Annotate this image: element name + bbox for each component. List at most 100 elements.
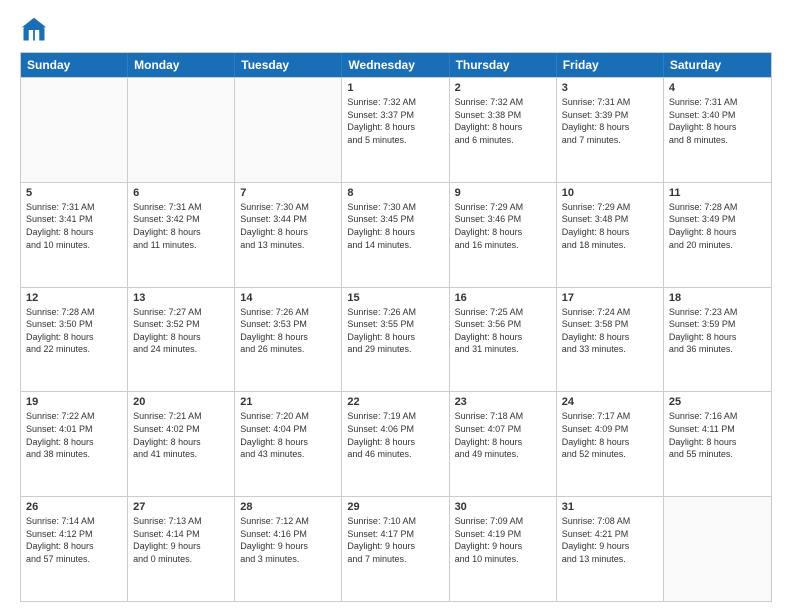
day-info: Sunrise: 7:30 AM Sunset: 3:45 PM Dayligh… — [347, 201, 443, 251]
calendar-cell: 9 Sunrise: 7:29 AM Sunset: 3:46 PM Daylig… — [450, 183, 557, 287]
day-number: 24 — [562, 396, 658, 408]
calendar-cell: 7 Sunrise: 7:30 AM Sunset: 3:44 PM Daylig… — [235, 183, 342, 287]
day-number: 15 — [347, 292, 443, 304]
day-number: 30 — [455, 501, 551, 513]
day-info: Sunrise: 7:09 AM Sunset: 4:19 PM Dayligh… — [455, 515, 551, 565]
day-number: 31 — [562, 501, 658, 513]
day-info: Sunrise: 7:17 AM Sunset: 4:09 PM Dayligh… — [562, 410, 658, 460]
calendar-cell: 11 Sunrise: 7:28 AM Sunset: 3:49 PM Dayli… — [664, 183, 771, 287]
calendar: SundayMondayTuesdayWednesdayThursdayFrid… — [20, 52, 772, 602]
day-number: 3 — [562, 82, 658, 94]
day-number: 9 — [455, 187, 551, 199]
day-number: 26 — [26, 501, 122, 513]
day-number: 14 — [240, 292, 336, 304]
logo-icon — [20, 16, 48, 44]
day-number: 19 — [26, 396, 122, 408]
header — [20, 16, 772, 44]
calendar-row-4: 26 Sunrise: 7:14 AM Sunset: 4:12 PM Dayli… — [21, 496, 771, 601]
day-info: Sunrise: 7:26 AM Sunset: 3:53 PM Dayligh… — [240, 306, 336, 356]
day-info: Sunrise: 7:31 AM Sunset: 3:40 PM Dayligh… — [669, 96, 766, 146]
day-info: Sunrise: 7:16 AM Sunset: 4:11 PM Dayligh… — [669, 410, 766, 460]
logo — [20, 16, 50, 44]
calendar-header: SundayMondayTuesdayWednesdayThursdayFrid… — [21, 53, 771, 77]
day-info: Sunrise: 7:29 AM Sunset: 3:48 PM Dayligh… — [562, 201, 658, 251]
calendar-cell: 31 Sunrise: 7:08 AM Sunset: 4:21 PM Dayli… — [557, 497, 664, 601]
day-number: 8 — [347, 187, 443, 199]
day-info: Sunrise: 7:28 AM Sunset: 3:50 PM Dayligh… — [26, 306, 122, 356]
day-number: 10 — [562, 187, 658, 199]
day-info: Sunrise: 7:12 AM Sunset: 4:16 PM Dayligh… — [240, 515, 336, 565]
day-number: 11 — [669, 187, 766, 199]
day-info: Sunrise: 7:18 AM Sunset: 4:07 PM Dayligh… — [455, 410, 551, 460]
day-info: Sunrise: 7:32 AM Sunset: 3:37 PM Dayligh… — [347, 96, 443, 146]
calendar-cell: 15 Sunrise: 7:26 AM Sunset: 3:55 PM Dayli… — [342, 288, 449, 392]
calendar-cell: 3 Sunrise: 7:31 AM Sunset: 3:39 PM Daylig… — [557, 78, 664, 182]
day-number: 5 — [26, 187, 122, 199]
day-number: 7 — [240, 187, 336, 199]
day-info: Sunrise: 7:08 AM Sunset: 4:21 PM Dayligh… — [562, 515, 658, 565]
day-info: Sunrise: 7:32 AM Sunset: 3:38 PM Dayligh… — [455, 96, 551, 146]
day-number: 27 — [133, 501, 229, 513]
calendar-cell: 6 Sunrise: 7:31 AM Sunset: 3:42 PM Daylig… — [128, 183, 235, 287]
day-number: 6 — [133, 187, 229, 199]
calendar-body: 1 Sunrise: 7:32 AM Sunset: 3:37 PM Daylig… — [21, 77, 771, 601]
calendar-row-2: 12Sunrise: 7:28 AM Sunset: 3:50 PM Dayli… — [21, 287, 771, 392]
day-number: 25 — [669, 396, 766, 408]
day-info: Sunrise: 7:22 AM Sunset: 4:01 PM Dayligh… — [26, 410, 122, 460]
calendar-cell — [235, 78, 342, 182]
header-day-sunday: Sunday — [21, 53, 128, 77]
day-info: Sunrise: 7:10 AM Sunset: 4:17 PM Dayligh… — [347, 515, 443, 565]
calendar-cell: 22 Sunrise: 7:19 AM Sunset: 4:06 PM Dayli… — [342, 392, 449, 496]
day-number: 23 — [455, 396, 551, 408]
calendar-cell: 4 Sunrise: 7:31 AM Sunset: 3:40 PM Daylig… — [664, 78, 771, 182]
day-number: 28 — [240, 501, 336, 513]
day-number: 17 — [562, 292, 658, 304]
day-info: Sunrise: 7:28 AM Sunset: 3:49 PM Dayligh… — [669, 201, 766, 251]
calendar-cell — [128, 78, 235, 182]
calendar-cell: 28 Sunrise: 7:12 AM Sunset: 4:16 PM Dayli… — [235, 497, 342, 601]
header-day-wednesday: Wednesday — [342, 53, 449, 77]
calendar-cell: 29Sunrise: 7:10 AM Sunset: 4:17 PM Dayli… — [342, 497, 449, 601]
calendar-cell: 1 Sunrise: 7:32 AM Sunset: 3:37 PM Daylig… — [342, 78, 449, 182]
day-info: Sunrise: 7:31 AM Sunset: 3:41 PM Dayligh… — [26, 201, 122, 251]
calendar-cell: 19 Sunrise: 7:22 AM Sunset: 4:01 PM Dayli… — [21, 392, 128, 496]
day-number: 21 — [240, 396, 336, 408]
calendar-cell — [21, 78, 128, 182]
calendar-cell: 2 Sunrise: 7:32 AM Sunset: 3:38 PM Daylig… — [450, 78, 557, 182]
calendar-cell: 5 Sunrise: 7:31 AM Sunset: 3:41 PM Daylig… — [21, 183, 128, 287]
day-info: Sunrise: 7:31 AM Sunset: 3:42 PM Dayligh… — [133, 201, 229, 251]
day-info: Sunrise: 7:29 AM Sunset: 3:46 PM Dayligh… — [455, 201, 551, 251]
header-day-tuesday: Tuesday — [235, 53, 342, 77]
calendar-cell: 16Sunrise: 7:25 AM Sunset: 3:56 PM Dayli… — [450, 288, 557, 392]
calendar-cell: 23 Sunrise: 7:18 AM Sunset: 4:07 PM Dayli… — [450, 392, 557, 496]
page: SundayMondayTuesdayWednesdayThursdayFrid… — [0, 0, 792, 612]
calendar-cell: 25 Sunrise: 7:16 AM Sunset: 4:11 PM Dayli… — [664, 392, 771, 496]
calendar-cell: 8 Sunrise: 7:30 AM Sunset: 3:45 PM Daylig… — [342, 183, 449, 287]
calendar-cell: 20Sunrise: 7:21 AM Sunset: 4:02 PM Dayli… — [128, 392, 235, 496]
day-info: Sunrise: 7:23 AM Sunset: 3:59 PM Dayligh… — [669, 306, 766, 356]
day-number: 22 — [347, 396, 443, 408]
calendar-cell: 17 Sunrise: 7:24 AM Sunset: 3:58 PM Dayli… — [557, 288, 664, 392]
day-info: Sunrise: 7:20 AM Sunset: 4:04 PM Dayligh… — [240, 410, 336, 460]
calendar-cell: 14 Sunrise: 7:26 AM Sunset: 3:53 PM Dayli… — [235, 288, 342, 392]
day-info: Sunrise: 7:14 AM Sunset: 4:12 PM Dayligh… — [26, 515, 122, 565]
calendar-cell — [664, 497, 771, 601]
day-info: Sunrise: 7:13 AM Sunset: 4:14 PM Dayligh… — [133, 515, 229, 565]
day-number: 20 — [133, 396, 229, 408]
day-info: Sunrise: 7:30 AM Sunset: 3:44 PM Dayligh… — [240, 201, 336, 251]
calendar-cell: 10 Sunrise: 7:29 AM Sunset: 3:48 PM Dayli… — [557, 183, 664, 287]
day-number: 2 — [455, 82, 551, 94]
day-info: Sunrise: 7:27 AM Sunset: 3:52 PM Dayligh… — [133, 306, 229, 356]
day-number: 16 — [455, 292, 551, 304]
calendar-cell: 30 Sunrise: 7:09 AM Sunset: 4:19 PM Dayli… — [450, 497, 557, 601]
header-day-saturday: Saturday — [664, 53, 771, 77]
header-day-monday: Monday — [128, 53, 235, 77]
day-info: Sunrise: 7:24 AM Sunset: 3:58 PM Dayligh… — [562, 306, 658, 356]
day-number: 1 — [347, 82, 443, 94]
calendar-cell: 18Sunrise: 7:23 AM Sunset: 3:59 PM Dayli… — [664, 288, 771, 392]
calendar-cell: 13Sunrise: 7:27 AM Sunset: 3:52 PM Dayli… — [128, 288, 235, 392]
day-info: Sunrise: 7:31 AM Sunset: 3:39 PM Dayligh… — [562, 96, 658, 146]
day-info: Sunrise: 7:26 AM Sunset: 3:55 PM Dayligh… — [347, 306, 443, 356]
day-number: 4 — [669, 82, 766, 94]
day-info: Sunrise: 7:19 AM Sunset: 4:06 PM Dayligh… — [347, 410, 443, 460]
